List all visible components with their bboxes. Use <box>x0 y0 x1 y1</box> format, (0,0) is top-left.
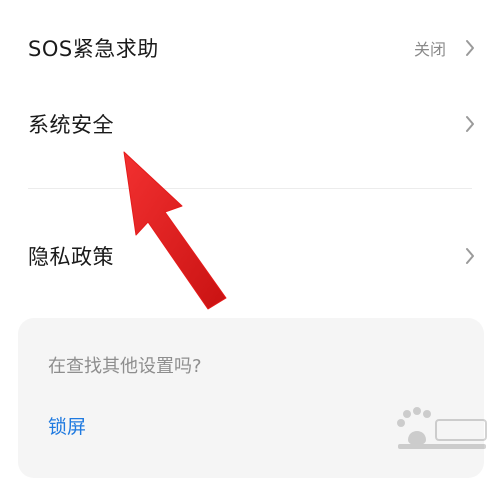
settings-item-label: 隐私政策 <box>28 245 114 269</box>
section-divider <box>28 188 472 189</box>
chevron-right-icon <box>462 37 478 59</box>
settings-item-system-security[interactable]: 系统安全 <box>0 94 500 154</box>
settings-item-sos[interactable]: SOS紧急求助 关闭 <box>0 18 500 78</box>
search-suggestion-link-lock-screen[interactable]: 锁屏 <box>48 412 86 439</box>
baidu-watermark-icon <box>397 407 487 449</box>
settings-item-privacy-policy[interactable]: 隐私政策 <box>0 226 500 286</box>
settings-item-value: 关闭 <box>413 40 446 59</box>
search-suggestion-question: 在查找其他设置吗? <box>48 356 202 377</box>
chevron-right-icon <box>462 113 478 135</box>
settings-item-label: SOS紧急求助 <box>28 37 159 61</box>
chevron-right-icon <box>462 245 478 267</box>
settings-item-label: 系统安全 <box>28 113 114 137</box>
search-suggestion-card: 在查找其他设置吗? 锁屏 <box>18 318 484 478</box>
